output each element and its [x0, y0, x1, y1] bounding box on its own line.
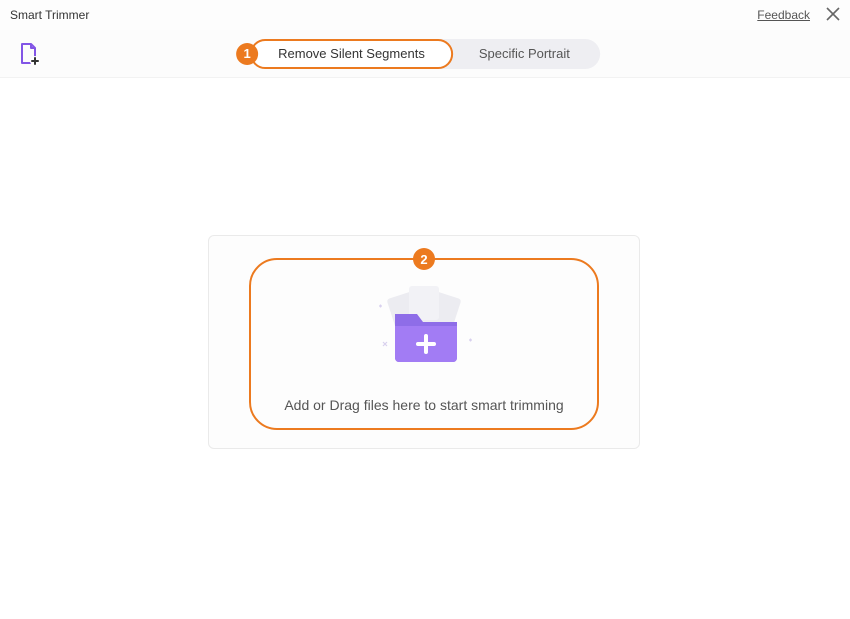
drop-prompt: Add or Drag files here to start smart tr…	[284, 397, 563, 413]
mode-tabs: 1 Remove Silent Segments Specific Portra…	[250, 39, 600, 69]
main-area: 2	[0, 78, 850, 619]
folder-plus-icon	[359, 282, 489, 377]
tab-specific-portrait[interactable]: Specific Portrait	[443, 39, 600, 69]
titlebar-right: Feedback	[757, 6, 840, 24]
app-title: Smart Trimmer	[10, 8, 89, 22]
titlebar: Smart Trimmer Feedback	[0, 0, 850, 30]
step-badge-2: 2	[413, 248, 435, 270]
add-file-icon[interactable]	[18, 43, 40, 65]
feedback-link[interactable]: Feedback	[757, 8, 810, 22]
pill-group: Remove Silent Segments Specific Portrait	[250, 39, 600, 69]
toolbar: 1 Remove Silent Segments Specific Portra…	[0, 30, 850, 78]
close-icon[interactable]	[826, 6, 840, 24]
drop-panel: 2	[208, 235, 640, 449]
drop-zone[interactable]: 2	[249, 258, 599, 430]
step-badge-1: 1	[236, 43, 258, 65]
tab-remove-silent-segments[interactable]: Remove Silent Segments	[250, 39, 453, 69]
